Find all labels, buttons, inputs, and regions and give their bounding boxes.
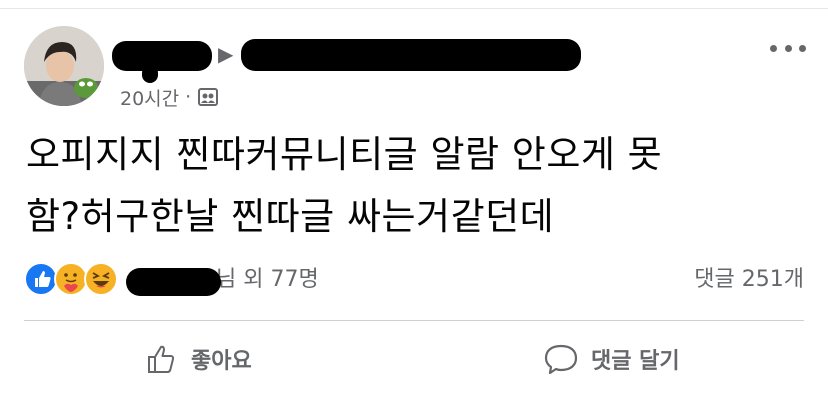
separator: ·: [185, 86, 192, 108]
more-options-icon[interactable]: [770, 36, 806, 60]
like-button[interactable]: 좋아요: [145, 334, 252, 384]
redaction: [241, 39, 582, 71]
like-label: 좋아요: [191, 349, 252, 374]
reactions-summary: 님 외 77명 댓글 251개: [24, 260, 804, 300]
redaction: [126, 268, 221, 296]
post-text-line: 함?허구한날 찐따글 싸는거같던데: [26, 195, 555, 238]
reaction-icons[interactable]: [24, 262, 124, 298]
redaction: [112, 41, 212, 71]
avatar-image: [24, 26, 104, 106]
post-text-line: 오피지지 찐따커뮤니티글 알람 안오게 못: [26, 133, 663, 176]
post-card: ▶ 20시간 · 오피지지 찐따커뮤니티글 알람 안오게 못 함?허구한날 찐따…: [0, 0, 828, 400]
group-icon: [197, 86, 219, 108]
comment-icon: [544, 344, 578, 375]
avatar[interactable]: [24, 26, 104, 106]
arrow-right-icon: ▶: [218, 42, 234, 66]
page-name[interactable]: [241, 39, 582, 71]
redaction: [142, 65, 158, 83]
post-text: 오피지지 찐따커뮤니티글 알람 안오게 못 함?허구한날 찐따글 싸는거같던데: [26, 124, 806, 248]
comment-label: 댓글 달기: [591, 349, 680, 374]
timestamp[interactable]: 20시간: [120, 84, 179, 111]
post-meta: 20시간 ·: [120, 84, 219, 110]
comments-count[interactable]: 댓글 251개: [694, 264, 804, 296]
thumbs-up-icon: [148, 345, 175, 373]
care-icon: [54, 262, 88, 296]
haha-icon: [84, 262, 118, 296]
reactors-text[interactable]: 님 외 77명: [126, 264, 319, 296]
author-row: ▶: [112, 34, 582, 83]
divider: [24, 320, 804, 321]
author-name[interactable]: [112, 39, 212, 83]
comment-button[interactable]: 댓글 달기: [543, 334, 680, 384]
like-icon: [24, 262, 58, 296]
